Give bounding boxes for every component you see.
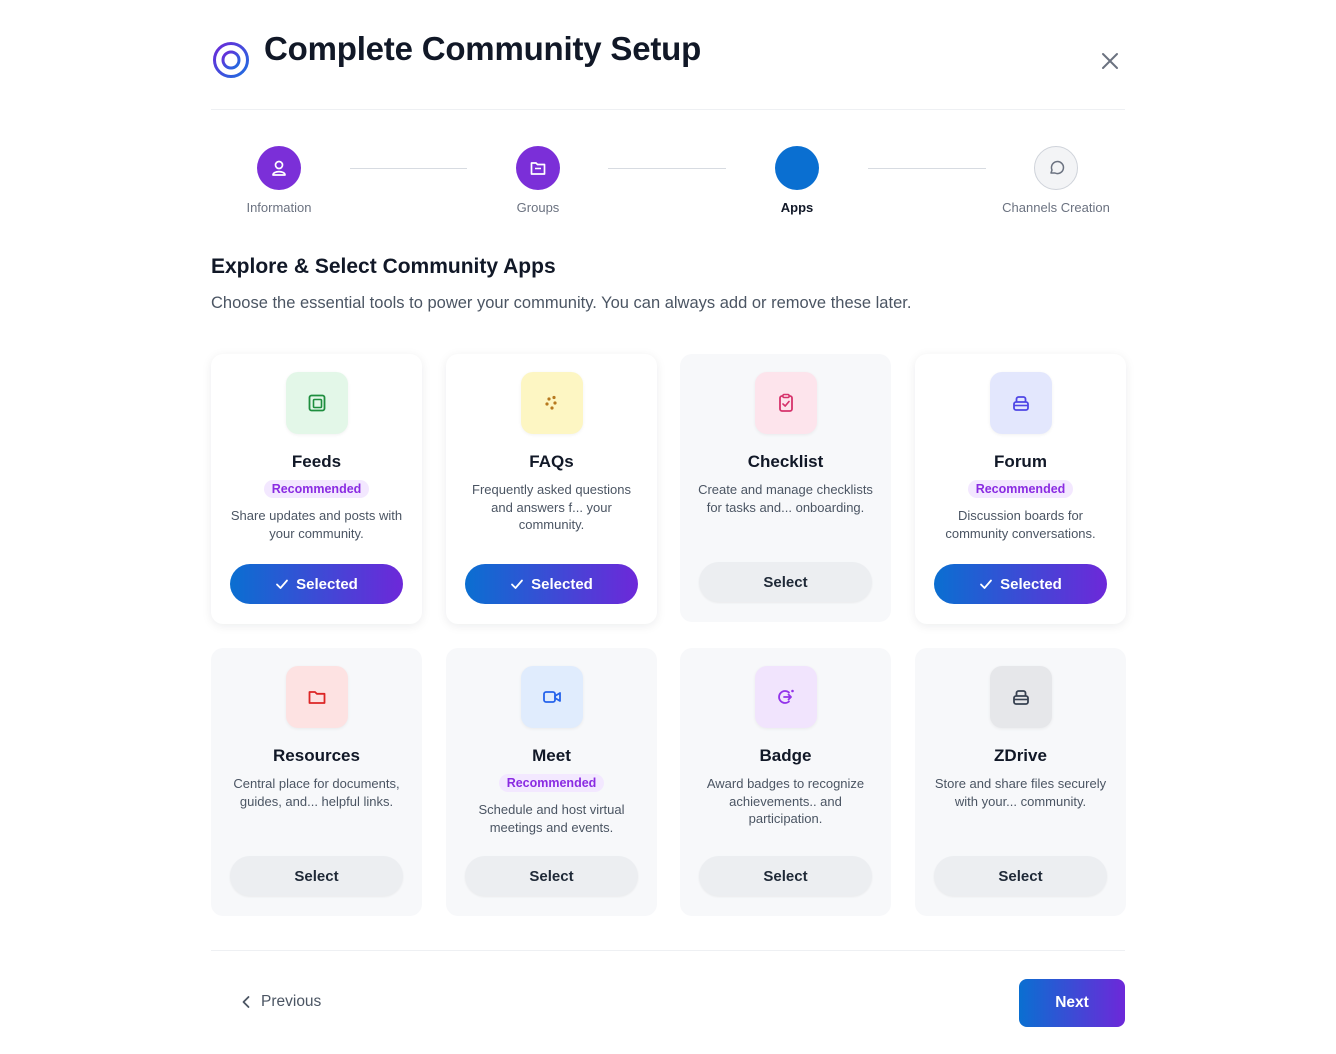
step-label: Groups (516, 200, 560, 215)
step-apps[interactable]: Apps (717, 146, 877, 215)
modal-header: Complete Community Setup (211, 28, 1125, 110)
app-name: Badge (759, 746, 812, 765)
feed-icon (308, 394, 325, 412)
app-name: ZDrive (994, 746, 1047, 765)
app-select-button[interactable]: Select (934, 856, 1107, 896)
app-description: Central place for documents, guides, and… (233, 776, 400, 809)
step-groups[interactable]: Groups (458, 146, 618, 215)
stepper-connector (608, 168, 726, 169)
app-select-button[interactable]: Selected (465, 564, 638, 604)
app-card-badge[interactable]: Badge Award badges to recognize achievem… (680, 648, 891, 916)
app-name: Resources (273, 746, 360, 765)
app-name: Checklist (747, 452, 824, 471)
step-dot (1034, 146, 1078, 190)
app-select-button[interactable]: Selected (230, 564, 403, 604)
check-icon (510, 577, 524, 591)
app-name: Forum (994, 452, 1047, 471)
app-card-zdrive[interactable]: ZDrive Store and share files securely wi… (915, 648, 1126, 916)
button-label: Select (294, 867, 339, 885)
app-name: FAQs (529, 452, 574, 471)
step-dot (516, 146, 560, 190)
drive-icon (1012, 690, 1029, 705)
close-button[interactable] (1097, 48, 1123, 74)
app-card-faqs[interactable]: FAQs Frequently asked questions and answ… (446, 354, 657, 624)
check-icon (979, 577, 993, 591)
step-dot (775, 146, 819, 190)
step-channels-creation[interactable]: Channels Creation (976, 146, 1136, 215)
recommended-badge: Recommended (263, 480, 370, 498)
app-description: Schedule and host virtual meetings and e… (478, 802, 625, 835)
section-title: Explore & Select Community Apps (211, 255, 556, 278)
modal-footer: Previous Next (211, 950, 1125, 1054)
app-name: Meet (532, 746, 571, 765)
step-label: Channels Creation (1002, 200, 1110, 215)
app-description: Store and share files securely with your… (934, 776, 1107, 809)
progress-stepper: Information Groups Apps Channels Creatio… (211, 146, 1125, 226)
step-information[interactable]: Information (199, 146, 359, 215)
button-label: Select (529, 867, 574, 885)
app-icon-box (520, 666, 583, 728)
forum-icon (1012, 396, 1029, 411)
faq-icon (544, 395, 557, 410)
app-icon-box (989, 666, 1052, 728)
button-label: Select (998, 867, 1043, 885)
app-description: Share updates and posts with your commun… (230, 508, 403, 541)
user-icon (272, 160, 286, 176)
step-label: Information (246, 200, 312, 215)
check-icon (275, 577, 289, 591)
modal-title: Complete Community Setup (264, 30, 702, 67)
button-label: Selected (1000, 575, 1062, 593)
app-select-button[interactable]: Select (230, 856, 403, 896)
step-dot (257, 146, 301, 190)
app-select-button[interactable]: Select (699, 856, 872, 896)
app-select-button[interactable]: Select (465, 856, 638, 896)
chat-bubble-icon (1050, 160, 1065, 175)
app-card-checklist[interactable]: Checklist Create and manage checklists f… (680, 354, 891, 622)
previous-button[interactable]: Previous (241, 993, 321, 1011)
stepper-connector (350, 168, 467, 169)
app-select-button[interactable]: Select (699, 562, 872, 602)
step-label: Apps (780, 200, 814, 215)
app-icon-box (754, 372, 817, 434)
app-card-forum[interactable]: Forum Recommended Discussion boards for … (915, 354, 1126, 624)
clipboard-check-icon (778, 393, 793, 412)
button-label: Select (763, 867, 808, 885)
previous-label: Previous (261, 993, 322, 1010)
button-label: Select (763, 573, 808, 591)
button-label: Selected (296, 575, 358, 593)
app-description: Frequently asked questions and answers f… (472, 482, 631, 532)
button-label: Selected (531, 575, 593, 593)
recommended-badge: Recommended (967, 480, 1074, 498)
close-icon (1102, 53, 1118, 69)
recommended-badge: Recommended (498, 774, 605, 792)
app-icon-box (285, 372, 348, 434)
app-description: Create and manage checklists for tasks a… (698, 482, 873, 515)
badge-icon (777, 689, 794, 704)
folder-icon (308, 691, 325, 704)
app-icon-box (989, 372, 1052, 434)
setup-modal: Complete Community Setup Information Gro… (211, 0, 1126, 1054)
video-camera-icon (542, 691, 561, 703)
section-subtitle: Choose the essential tools to power your… (211, 294, 912, 312)
app-icon-box (754, 666, 817, 728)
stepper-connector (868, 168, 986, 169)
chevron-left-icon (241, 995, 251, 1009)
next-button[interactable]: Next (1019, 979, 1125, 1027)
app-icon-box (520, 372, 583, 434)
app-card-feeds[interactable]: Feeds Recommended Share updates and post… (211, 354, 422, 624)
target-ring-icon (213, 42, 249, 78)
app-select-button[interactable]: Selected (934, 564, 1107, 604)
app-card-meet[interactable]: Meet Recommended Schedule and host virtu… (446, 648, 657, 916)
app-name: Feeds (291, 452, 342, 471)
folder-icon (530, 162, 546, 175)
app-description: Award badges to recognize achievements..… (706, 776, 865, 826)
app-icon-box (285, 666, 348, 728)
app-card-resources[interactable]: Resources Central place for documents, g… (211, 648, 422, 916)
app-description: Discussion boards for community conversa… (945, 508, 1096, 541)
